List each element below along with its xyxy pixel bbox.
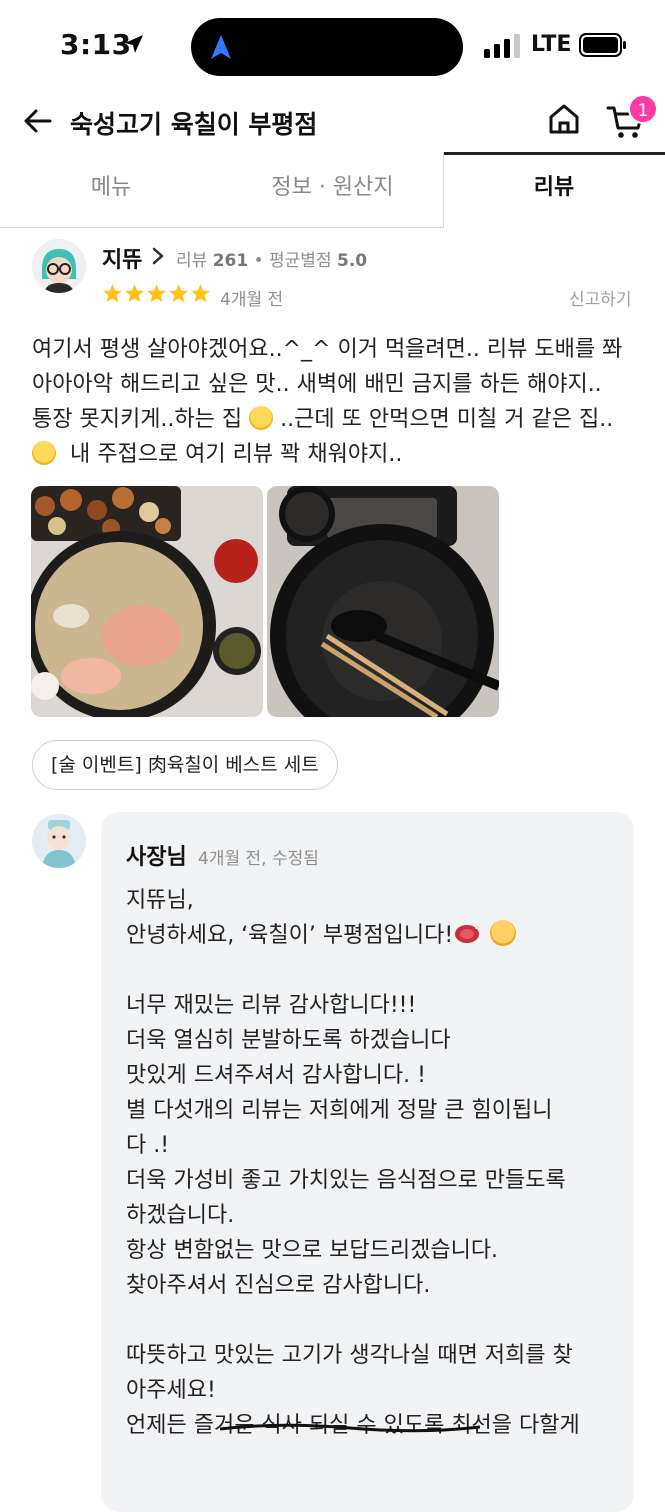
reply-line-part: 안녕하세요, ‘육칠이’ 부평점입니다! — [126, 923, 454, 948]
cart-count-badge: 1 — [628, 94, 658, 124]
review-line-part: 통장 못지키게..하는 집 — [32, 407, 243, 432]
pleading-face-icon — [249, 406, 274, 430]
reviewer-avatar[interactable] — [32, 239, 86, 293]
battery-icon — [579, 33, 626, 57]
reply-line: 더욱 가성비 좋고 가치있는 음식점으로 만들도록 — [126, 1168, 566, 1193]
status-time: 3:13 — [60, 28, 132, 61]
tab-bar: 메뉴 정보 · 원산지 리뷰 — [0, 152, 665, 229]
reply-line: 맛있게 드셔주셔서 감사합니다. ! — [126, 1063, 426, 1088]
navigation-app-icon — [211, 35, 231, 59]
reply-line: 하겠습니다. — [126, 1203, 235, 1228]
review-line: 내 주접으로 여기 리뷰 꽉 채워야지.. — [32, 437, 642, 472]
reply-line: 찾아주셔서 진심으로 감사합니다. — [126, 1273, 431, 1298]
reply-line: 지뜌님, — [126, 888, 194, 913]
empty-bowls-photo-image — [267, 486, 499, 717]
avg-rating-label: 평균별점 — [269, 251, 332, 271]
review-line: 아아아악 해드리고 싶은 맛.. 새벽에 배민 금지를 하든 해야지.. — [32, 372, 602, 397]
tab-review[interactable]: 리뷰 — [443, 152, 665, 227]
reply-line: 더욱 열심히 분발하도록 하겠습니다 — [126, 1028, 451, 1053]
star-icon — [191, 284, 210, 302]
reply-line: 안녕하세요, ‘육칠이’ 부평점입니다! — [126, 918, 606, 953]
food-photo-image — [31, 486, 263, 717]
chevron-right-icon[interactable] — [150, 246, 166, 266]
ordered-menu-chip[interactable]: [술 이벤트] 肉육칠이 베스트 세트 — [32, 740, 338, 790]
review-line-part: ..근데 또 안먹으면 미칠 거 같은 집.. — [280, 407, 614, 432]
review-line-part: 내 주접으로 여기 리뷰 꽉 채워야지.. — [70, 442, 403, 467]
reply-line — [126, 953, 606, 988]
tab-divider — [0, 227, 443, 228]
reply-line: 너무 재밌는 리뷰 감사합니다!!! — [126, 993, 417, 1018]
reply-line: 다 .! — [126, 1133, 170, 1158]
reply-line: 항상 변함없는 맛으로 보답드리겠습니다. — [126, 1238, 499, 1263]
reply-line: 별 다섯개의 리뷰는 저희에게 정말 큰 힘이됩니 — [126, 1098, 553, 1123]
review-photo[interactable] — [31, 486, 263, 717]
owner-name: 사장님 — [126, 845, 187, 870]
star-icon — [147, 284, 166, 302]
tab-info-origin[interactable]: 정보 · 원산지 — [222, 152, 443, 227]
signal-strength-icon — [484, 34, 520, 58]
scribble-mark — [220, 1423, 480, 1433]
location-arrow-icon — [125, 35, 143, 53]
reply-line: 따뜻하고 맛있는 고기가 생각나실 때면 저희를 찾 — [126, 1343, 573, 1368]
back-arrow-icon[interactable] — [22, 105, 54, 137]
reviewer-stats: 리뷰 261 • 평균별점 5.0 — [176, 251, 368, 271]
store-title: 숙성고기 육칠이 부평점 — [70, 110, 318, 139]
star-icon — [169, 284, 188, 302]
review-count-label: 리뷰 — [176, 251, 208, 271]
tab-separator — [443, 152, 444, 228]
cart-button[interactable]: 1 — [606, 94, 658, 142]
review-line: 통장 못지키게..하는 집 ..근데 또 안먹으면 미칠 거 같은 집.. — [32, 402, 642, 437]
tab-active-indicator — [443, 152, 665, 155]
reviewer-name[interactable]: 지뜌 — [102, 242, 142, 274]
avg-rating: 5.0 — [337, 251, 368, 271]
status-bar: 3:13 LTE — [0, 0, 665, 92]
reviewer-avatar-image — [32, 239, 86, 293]
owner-reply-text: 지뜌님, 안녕하세요, ‘육칠이’ 부평점입니다! 너무 재밌는 리뷰 감사합니… — [126, 883, 606, 1443]
review-photo[interactable] — [267, 486, 499, 717]
owner-reply-meta: 4개월 전, 수정됨 — [198, 849, 319, 869]
tab-menu[interactable]: 메뉴 — [0, 152, 222, 227]
home-icon[interactable] — [547, 102, 581, 136]
dynamic-island — [191, 18, 463, 76]
store-header: 숙성고기 육칠이 부평점 1 — [0, 92, 665, 152]
reply-line — [126, 1303, 606, 1338]
review-text: 여기서 평생 살아야겠어요..^_^ 이거 먹을려면.. 리뷰 도배를 쫘 아아… — [32, 332, 642, 472]
owner-avatar — [32, 814, 86, 868]
review-count: 261 — [212, 251, 249, 271]
review-line: 여기서 평생 살아야겠어요..^_^ 이거 먹을려면.. 리뷰 도배를 쫘 — [32, 337, 623, 362]
pleading-face-icon — [32, 441, 56, 465]
star-icon — [125, 284, 144, 302]
winking-face-icon — [490, 920, 517, 946]
star-rating — [102, 283, 211, 307]
report-button[interactable]: 신고하기 — [569, 285, 632, 310]
star-icon — [103, 284, 122, 302]
reply-line: 아주세요! — [126, 1378, 216, 1403]
review-date: 4개월 전 — [220, 290, 284, 310]
owner-avatar-image — [32, 814, 86, 868]
steak-emoji-icon — [455, 925, 482, 943]
network-type: LTE — [531, 32, 572, 57]
